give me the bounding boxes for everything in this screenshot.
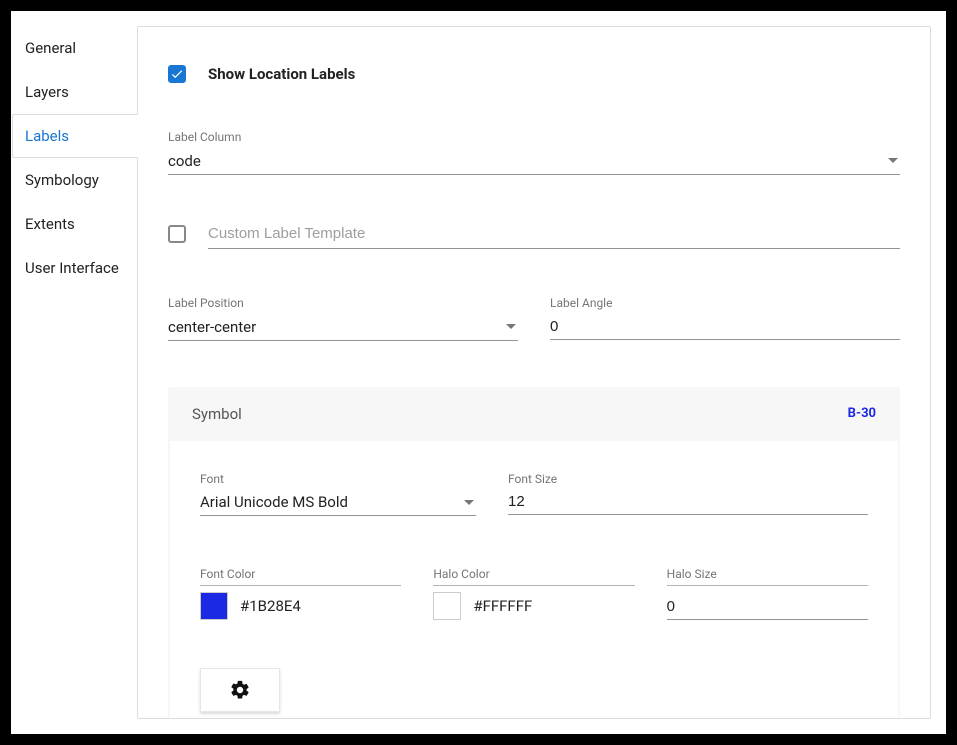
font-color-label: Font Color: [200, 566, 255, 583]
gear-icon: [229, 679, 251, 701]
settings-dialog: General Layers Labels Symbology Extents …: [11, 11, 946, 734]
label-column-select[interactable]: code: [168, 146, 900, 175]
tab-extents[interactable]: Extents: [12, 202, 137, 246]
caret-down-icon: [506, 324, 516, 329]
font-size-input[interactable]: [508, 487, 868, 515]
label-position-select[interactable]: center-center: [168, 312, 518, 341]
custom-template-input[interactable]: [208, 219, 900, 249]
symbol-title: Symbol: [192, 405, 242, 423]
custom-template-checkbox[interactable]: [168, 225, 186, 243]
label-column-value: code: [168, 152, 201, 170]
caret-down-icon: [464, 500, 474, 505]
settings-button[interactable]: [200, 668, 280, 712]
sidebar: General Layers Labels Symbology Extents …: [12, 12, 137, 733]
halo-size-input[interactable]: [667, 592, 868, 620]
tab-labels[interactable]: Labels: [12, 114, 138, 158]
label-position-value: center-center: [168, 318, 256, 336]
check-icon: [170, 67, 184, 81]
label-angle-input[interactable]: [550, 312, 900, 340]
label-angle-label: Label Angle: [550, 295, 900, 312]
label-position-label: Label Position: [168, 295, 518, 312]
show-labels-label: Show Location Labels: [208, 65, 355, 83]
symbol-panel: Symbol B-30 Font Arial Unicode MS Bold F…: [168, 387, 900, 719]
symbol-code: B-30: [848, 406, 876, 421]
tab-symbology[interactable]: Symbology: [12, 158, 137, 202]
halo-color-value: #FFFFFF: [473, 597, 532, 615]
font-value: Arial Unicode MS Bold: [200, 493, 348, 511]
label-column-label: Label Column: [168, 129, 900, 146]
font-label: Font: [200, 471, 476, 488]
font-size-label: Font Size: [508, 471, 868, 488]
tab-user-interface[interactable]: User Interface: [12, 246, 137, 290]
font-color-swatch[interactable]: [200, 592, 228, 620]
font-select[interactable]: Arial Unicode MS Bold: [200, 487, 476, 516]
show-labels-checkbox[interactable]: [168, 65, 186, 83]
tab-general[interactable]: General: [12, 26, 137, 70]
tab-layers[interactable]: Layers: [12, 70, 137, 114]
main-panel: Show Location Labels Label Column code L…: [137, 26, 931, 719]
halo-color-label: Halo Color: [433, 566, 489, 583]
font-color-value: #1B28E4: [240, 597, 301, 615]
halo-color-swatch[interactable]: [433, 592, 461, 620]
caret-down-icon: [888, 158, 898, 163]
halo-size-label: Halo Size: [667, 566, 717, 583]
